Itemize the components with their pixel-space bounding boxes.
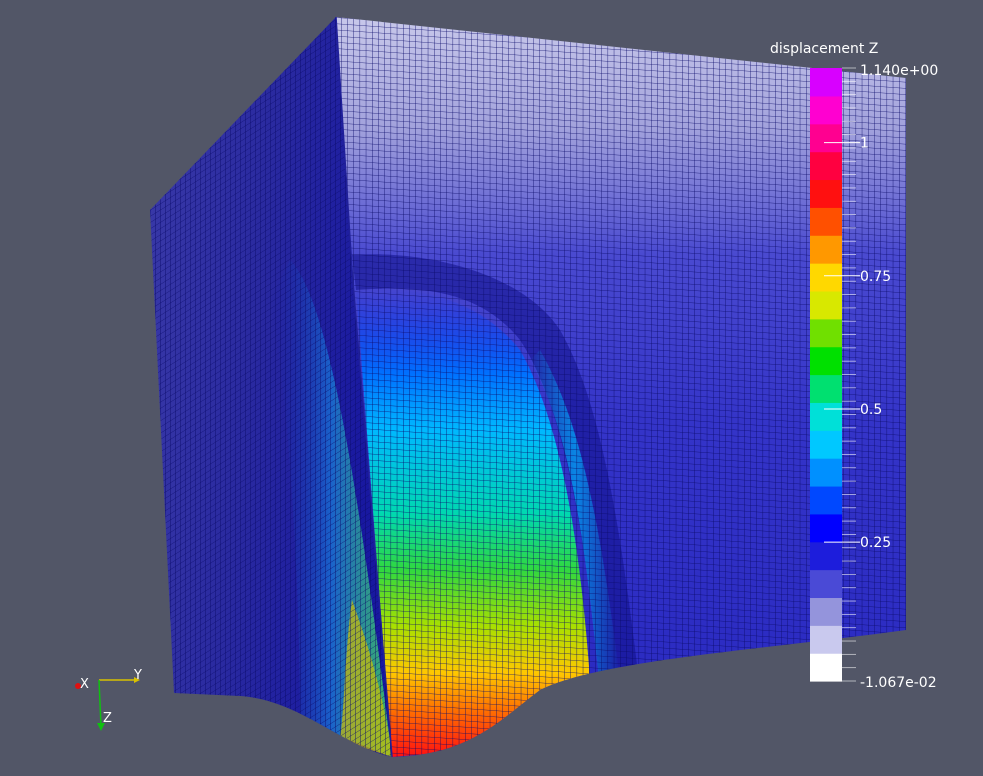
colorbar-segment — [810, 430, 842, 459]
colorbar-segment — [810, 485, 842, 515]
z-axis-label: Z — [103, 711, 112, 726]
z-axis-line — [98, 679, 102, 727]
colorbar-tick-label: 0.25 — [860, 535, 891, 551]
colorbar-segment — [810, 374, 842, 403]
colorbar-segment — [810, 207, 842, 236]
colorbar-title: displacement Z — [770, 41, 878, 57]
y-axis-label: Y — [133, 668, 142, 683]
colorbar-segment — [810, 68, 842, 97]
colorbar-segment — [810, 458, 842, 487]
render-canvas[interactable]: displacement Z 1.140e+00 -1.067e-02 1 0.7… — [0, 0, 983, 776]
colorbar-segment — [810, 597, 842, 626]
colorbar-min-label: -1.067e-02 — [860, 675, 937, 691]
colorbar-max-label: 1.140e+00 — [860, 63, 938, 79]
x-axis-label: X — [80, 677, 89, 692]
colorbar-segment — [810, 95, 842, 125]
colorbar-segment — [810, 569, 842, 599]
colorbar-segment — [810, 318, 842, 348]
colorbar-segment — [810, 541, 842, 571]
render-viewport[interactable]: displacement Z 1.140e+00 -1.067e-02 1 0.7… — [0, 0, 983, 776]
colorbar-segment — [810, 123, 842, 153]
colorbar-segment — [810, 179, 842, 208]
colorbar-segment — [810, 151, 842, 181]
colorbar-segment — [810, 290, 842, 320]
colorbar-segment — [810, 346, 842, 376]
colorbar-segment — [810, 263, 842, 292]
colorbar-tick-label: 0.75 — [860, 269, 891, 285]
colorbar-segment — [810, 235, 842, 264]
colorbar-tick-label: 1 — [860, 136, 869, 152]
orientation-axes: X Y Z — [75, 668, 142, 731]
colorbar-segment — [810, 402, 842, 431]
colorbar-segment — [810, 513, 842, 543]
colorbar-gradient — [810, 68, 842, 682]
colorbar-segment — [810, 625, 842, 654]
colorbar-tick-label: 0.5 — [860, 402, 882, 418]
colorbar-segment — [810, 653, 842, 682]
